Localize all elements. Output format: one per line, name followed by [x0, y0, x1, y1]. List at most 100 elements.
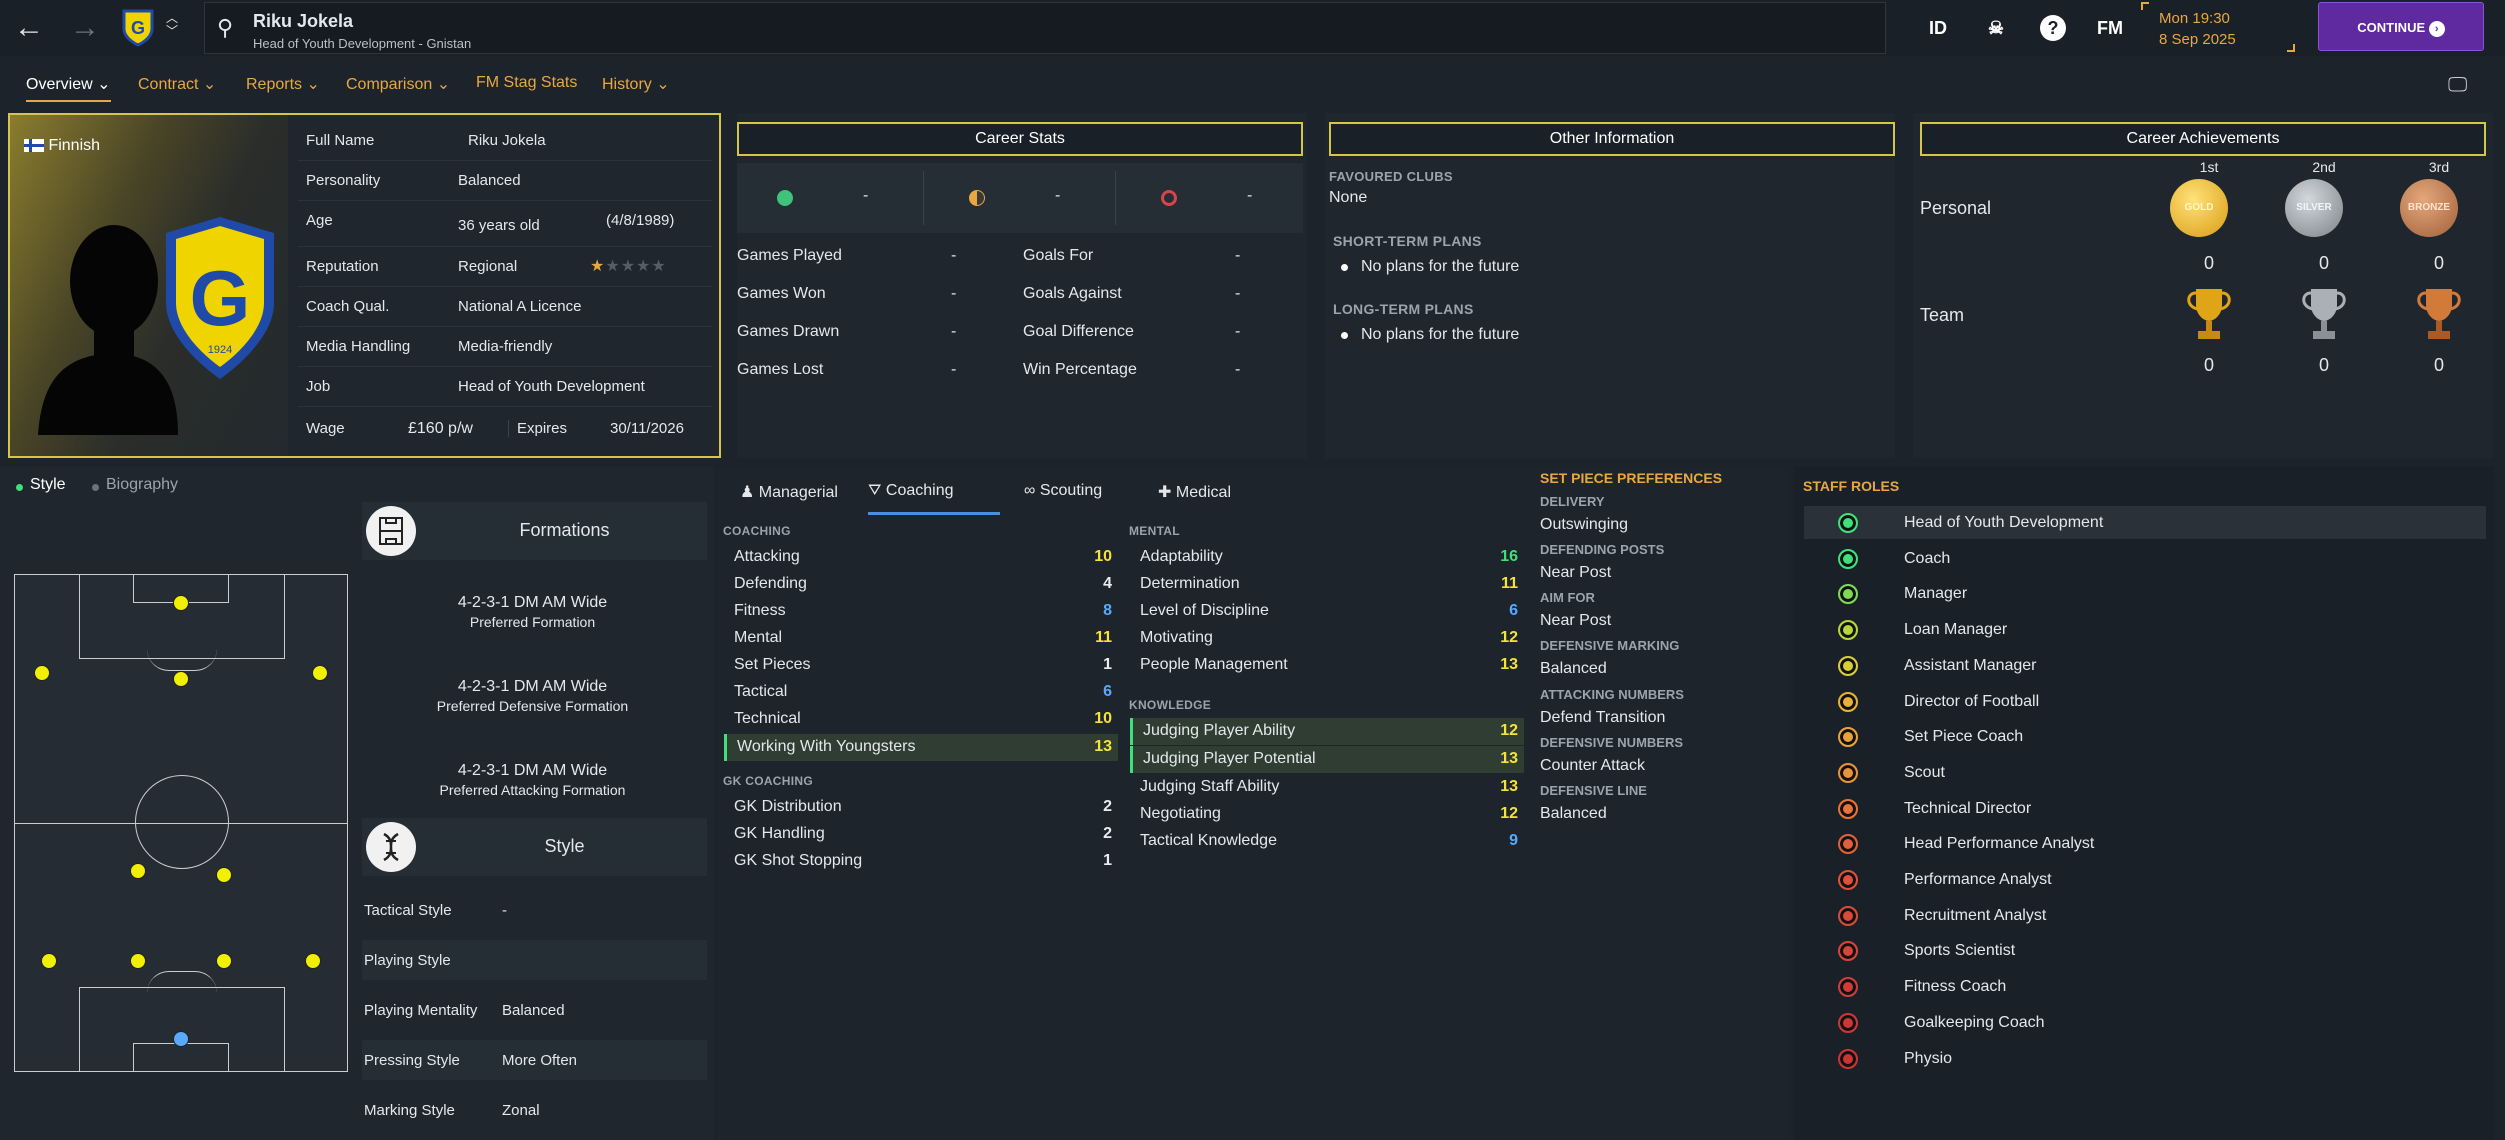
staff-role-row[interactable]: Fitness Coach — [1804, 970, 2486, 1003]
tab-medical[interactable]: ✚ Medical — [1158, 482, 1231, 502]
stat-value: - — [1235, 361, 1241, 378]
favoured-clubs-label: FAVOURED CLUBS — [1329, 169, 1453, 184]
goalkeeper-dot — [173, 1031, 189, 1047]
nationality-text: Finnish — [48, 137, 101, 154]
stat-label: Goal Difference — [1023, 323, 1134, 340]
formations-title: Formations — [519, 520, 610, 540]
birth-date: (4/8/1989) — [606, 212, 675, 229]
binoculars-icon: ∞ — [1024, 482, 1036, 499]
style-label: Marking Style — [364, 1102, 455, 1119]
menu-fm-stag-stats[interactable]: FM Stag Stats — [476, 74, 577, 92]
tab-style[interactable]: Style — [30, 476, 66, 494]
staff-role-row[interactable]: Director of Football — [1804, 685, 2486, 718]
draw-icon — [969, 190, 985, 206]
other-info-title: Other Information — [1329, 122, 1895, 156]
attr-name: Judging Player Ability — [1143, 722, 1296, 739]
staff-role-row[interactable]: Scout — [1804, 756, 2486, 789]
row-value: Regional — [458, 258, 518, 275]
menu-bar: Overview ⌄ Contract ⌄ Reports ⌄ Comparis… — [0, 68, 2505, 102]
attr-row: Set Pieces 1 — [724, 652, 1118, 679]
staff-role-row[interactable]: Technical Director — [1804, 792, 2486, 825]
formation-name: 4-2-3-1 DM AM Wide — [457, 678, 608, 695]
stat-label: Games Drawn — [737, 323, 840, 340]
role-name: Recruitment Analyst — [1904, 906, 2047, 924]
tab-biography[interactable]: Biography — [106, 476, 178, 494]
staff-role-row[interactable]: Physio — [1804, 1042, 2486, 1075]
player-dot — [130, 953, 146, 969]
attr-name: Motivating — [1140, 629, 1213, 646]
row-label: Coach Qual. — [306, 298, 390, 315]
staff-role-row[interactable]: Head Performance Analyst — [1804, 827, 2486, 860]
career-stats-panel: Career Stats - - - Games Played - Goals … — [737, 113, 1307, 458]
staff-role-row[interactable]: Set Piece Coach — [1804, 720, 2486, 753]
attr-value: 8 — [1103, 602, 1112, 619]
staff-role-row[interactable]: Sports Scientist — [1804, 934, 2486, 967]
forward-icon[interactable]: → — [68, 10, 102, 46]
staff-role-row[interactable]: Recruitment Analyst — [1804, 899, 2486, 932]
loss-icon — [1161, 190, 1177, 206]
staff-role-row[interactable]: Coach — [1804, 542, 2486, 575]
personal-3rd-count: 0 — [2433, 253, 2444, 273]
attr-row: GK Shot Stopping 1 — [724, 848, 1118, 875]
staff-role-row[interactable]: Head of Youth Development — [1804, 506, 2486, 539]
skull-icon[interactable]: ☠ — [1978, 12, 2014, 44]
row-value: Balanced — [458, 172, 521, 189]
staff-role-row[interactable]: Performance Analyst — [1804, 863, 2486, 896]
gold-medal-icon: GOLD — [2170, 179, 2228, 237]
attr-name: GK Handling — [734, 825, 825, 842]
back-icon[interactable]: ← — [12, 10, 46, 46]
continue-button[interactable]: CONTINUE › — [2318, 2, 2484, 51]
profile-card: Finnish G 1924 Full Name Riku Jokela Perso… — [8, 113, 721, 458]
screen-icon[interactable]: 🖵 — [2448, 74, 2467, 97]
role-suitability-icon — [1838, 727, 1858, 748]
tab-label: Medical — [1175, 484, 1231, 501]
search-bar[interactable]: ⚲ Riku Jokela Head of Youth Development … — [204, 2, 1886, 54]
expires-label: Expires — [508, 420, 567, 437]
tab-scouting[interactable]: ∞ Scouting — [1024, 482, 1102, 500]
style-row: Playing Mentality Balanced — [362, 990, 707, 1030]
menu-label: Reports — [246, 76, 303, 93]
attr-name: Technical — [734, 710, 801, 727]
attr-row: Level of Discipline 6 — [1130, 598, 1524, 625]
profile-row-age: Age 36 years old (4/8/1989) — [298, 201, 712, 247]
menu-reports[interactable]: Reports ⌄ — [246, 74, 320, 94]
menu-contract[interactable]: Contract ⌄ — [138, 74, 216, 94]
formations-header: Formations — [362, 502, 707, 560]
stat-label: Win Percentage — [1023, 361, 1137, 378]
attr-name: Fitness — [734, 602, 786, 619]
dna-icon — [366, 822, 416, 872]
staff-role-row[interactable]: Goalkeeping Coach — [1804, 1006, 2486, 1039]
menu-history[interactable]: History ⌄ — [602, 74, 670, 94]
club-badge-icon[interactable]: G — [122, 9, 154, 47]
menu-comparison[interactable]: Comparison ⌄ — [346, 74, 450, 94]
style-label: Playing Mentality — [364, 1002, 478, 1019]
fm-icon[interactable]: FM — [2092, 12, 2128, 44]
stat-value: - — [951, 361, 957, 378]
staff-role-row[interactable]: Manager — [1804, 577, 2486, 610]
chevron-updown-icon[interactable]: ︿ ﹀ — [166, 12, 178, 38]
attr-row: Technical 10 — [724, 706, 1118, 733]
tab-coaching[interactable]: ⛛ Coaching — [868, 482, 1000, 515]
team-2nd-count: 0 — [2318, 355, 2329, 375]
row-label: Reputation — [306, 258, 379, 275]
team-1st-count: 0 — [2203, 355, 2214, 375]
attr-name: Working With Youngsters — [737, 738, 916, 755]
attr-name: Negotiating — [1140, 805, 1221, 822]
id-icon[interactable]: ID — [1920, 12, 1956, 44]
tab-dot-icon — [92, 484, 99, 491]
date-time[interactable]: Mon 19:30 8 Sep 2025 — [2141, 2, 2301, 52]
player-dot — [173, 595, 189, 611]
attr-row: Determination 11 — [1130, 571, 1524, 598]
team-label: Team — [1920, 305, 1965, 325]
staff-role-row[interactable]: Loan Manager — [1804, 613, 2486, 646]
set-piece-label: AIM FOR — [1540, 590, 1595, 605]
help-icon[interactable]: ? — [2040, 15, 2066, 41]
search-icon[interactable]: ⚲ — [217, 15, 233, 41]
bullet-icon — [1341, 332, 1348, 339]
other-info-panel: Other Information FAVOURED CLUBS None SH… — [1325, 113, 1895, 458]
role-suitability-icon — [1838, 620, 1858, 641]
tab-managerial[interactable]: ♟ Managerial — [740, 482, 838, 502]
row-label: Media Handling — [306, 338, 411, 355]
menu-overview[interactable]: Overview ⌄ — [26, 74, 111, 102]
staff-role-row[interactable]: Assistant Manager — [1804, 649, 2486, 682]
